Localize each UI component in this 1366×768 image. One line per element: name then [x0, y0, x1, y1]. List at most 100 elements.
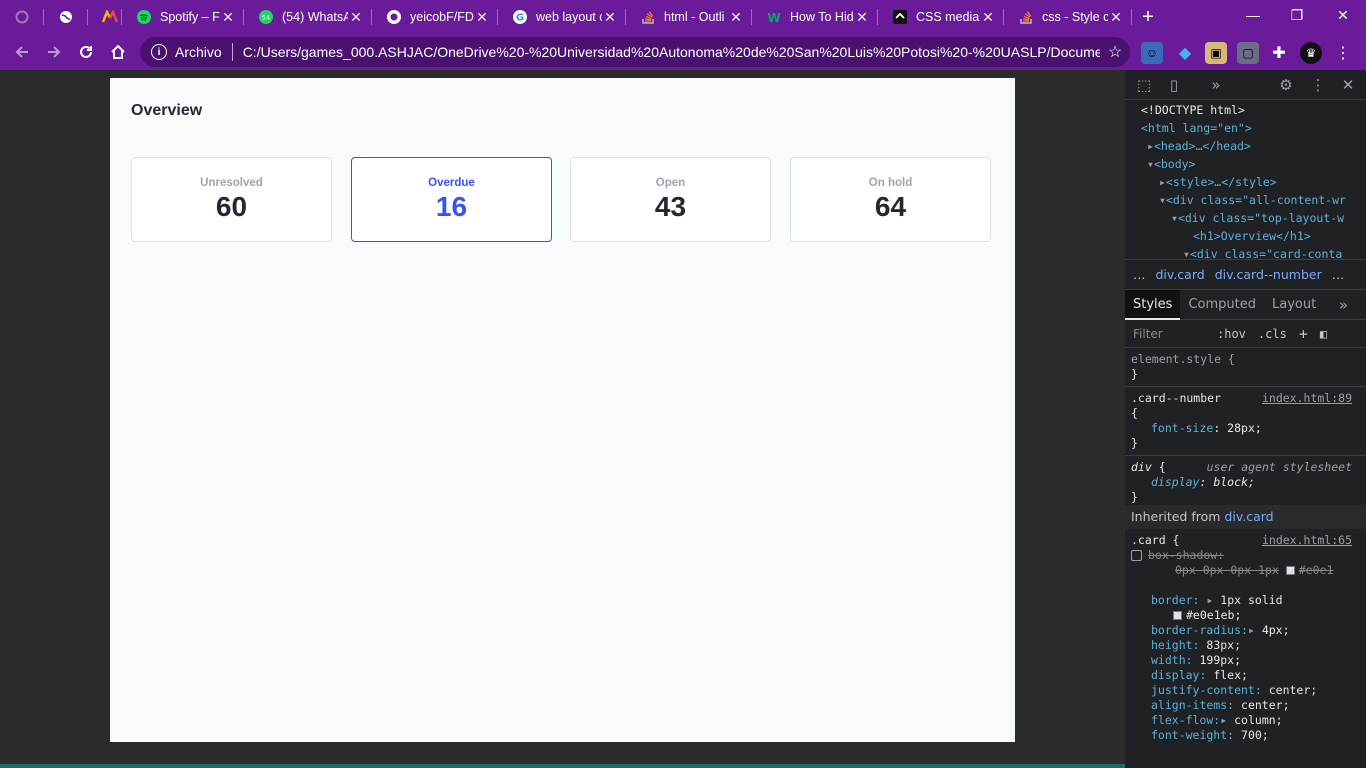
- tab-close-icon[interactable]: ✕: [980, 9, 996, 26]
- stat-card-unresolved[interactable]: Unresolved 60: [131, 157, 332, 242]
- dom-html[interactable]: <html lang="en">: [1141, 121, 1252, 135]
- rule-card-number-selector[interactable]: .card--number: [1131, 391, 1221, 405]
- address-bar[interactable]: i Archivo C:/Users/games_000.ASHJAC/OneD…: [140, 37, 1130, 67]
- devtools-panel: ⬚ ▯ » ⚙ ⋮ ✕ <!DOCTYPE html> <html lang="…: [1125, 70, 1366, 768]
- disable-property-checkbox[interactable]: [1131, 550, 1142, 561]
- browser-tab[interactable]: [44, 0, 88, 34]
- extension-face-icon[interactable]: ☺: [1141, 42, 1163, 64]
- stat-card-open[interactable]: Open 43: [570, 157, 771, 242]
- browser-tab[interactable]: html - Outli ✕: [626, 0, 752, 34]
- extension-diamond-icon[interactable]: ◆: [1174, 42, 1196, 64]
- browser-tab[interactable]: css - Style c ✕: [1004, 0, 1132, 34]
- browser-tab[interactable]: W How To Hid ✕: [752, 0, 878, 34]
- tab-title: Spotify – FR: [160, 10, 220, 24]
- card-label: Unresolved: [200, 176, 263, 189]
- w3-icon: W: [766, 9, 782, 25]
- tab-title: web layout c: [536, 10, 602, 24]
- browser-tab[interactable]: CSS media c✕: [878, 0, 1004, 34]
- tab-close-icon[interactable]: ✕: [1108, 9, 1124, 26]
- devtools-toolbar: ⬚ ▯ » ⚙ ⋮ ✕: [1125, 70, 1366, 100]
- cls-toggle[interactable]: .cls: [1258, 327, 1287, 341]
- dom-body[interactable]: ▾<body>: [1147, 157, 1195, 171]
- dom-h1[interactable]: <h1>Overview</h1>: [1193, 229, 1311, 243]
- globe-icon: [58, 9, 74, 25]
- browser-tab[interactable]: Gweb layout c ✕: [498, 0, 626, 34]
- rule-card-number-source[interactable]: index.html:89: [1262, 391, 1352, 406]
- browser-tab[interactable]: Spotify – FR✕: [122, 0, 244, 34]
- breadcrumb-div-card-number[interactable]: div.card--number: [1215, 267, 1322, 282]
- inspect-element-icon[interactable]: ⬚: [1135, 76, 1153, 94]
- tab-computed[interactable]: Computed: [1180, 290, 1264, 320]
- kebab-menu-icon[interactable]: ⋮: [1309, 76, 1327, 94]
- stat-card-on-hold[interactable]: On hold 64: [790, 157, 991, 242]
- browser-tab[interactable]: [0, 0, 44, 34]
- file-chip: Archivo: [175, 44, 222, 60]
- tab-close-icon[interactable]: ✕: [220, 9, 236, 26]
- tab-title: How To Hid: [790, 10, 854, 24]
- breadcrumb-more-left[interactable]: …: [1133, 267, 1146, 282]
- stackoverflow-icon: [640, 9, 656, 25]
- filter-input[interactable]: Filter: [1133, 327, 1205, 341]
- dom-div-top-layout[interactable]: ▾<div class="top-layout-w: [1171, 211, 1344, 225]
- rule-card-selector[interactable]: .card {: [1131, 533, 1179, 547]
- extension-character-icon[interactable]: ▣: [1205, 42, 1227, 64]
- tab-layout[interactable]: Layout: [1264, 290, 1324, 320]
- browser-tab[interactable]: [88, 0, 122, 34]
- reload-button[interactable]: [70, 36, 102, 68]
- forward-button[interactable]: [38, 36, 70, 68]
- inherited-link[interactable]: div.card: [1224, 509, 1273, 524]
- val-font-size[interactable]: 28px;: [1227, 421, 1262, 435]
- dom-doctype[interactable]: <!DOCTYPE html>: [1141, 103, 1245, 117]
- new-rule-plus-icon[interactable]: +: [1299, 325, 1308, 343]
- close-devtools-icon[interactable]: ✕: [1339, 76, 1357, 94]
- breadcrumb-div-card[interactable]: div.card: [1156, 267, 1205, 282]
- prop-box-shadow[interactable]: box-shadow:: [1148, 548, 1224, 562]
- svg-text:W: W: [767, 11, 780, 24]
- dom-head[interactable]: ▸<head>…</head>: [1147, 139, 1251, 153]
- prop-font-size[interactable]: font-size: [1151, 421, 1213, 435]
- dom-style[interactable]: ▸<style>…</style>: [1159, 175, 1277, 189]
- sidebar-toggle-icon[interactable]: ◧: [1320, 327, 1327, 341]
- hov-toggle[interactable]: :hov: [1217, 327, 1246, 341]
- minimize-button[interactable]: —: [1230, 0, 1276, 30]
- back-button[interactable]: [6, 36, 38, 68]
- menu-dots-icon[interactable]: ⋮: [1332, 42, 1354, 64]
- dom-div-card-container[interactable]: ▾<div class="card-conta: [1183, 247, 1342, 261]
- arrow-left-icon: [15, 46, 28, 58]
- url-text[interactable]: C:/Users/games_000.ASHJAC/OneDrive%20-%2…: [243, 44, 1100, 60]
- device-toggle-icon[interactable]: ▯: [1165, 76, 1183, 94]
- more-panels-icon[interactable]: »: [1207, 76, 1225, 94]
- tab-styles[interactable]: Styles: [1125, 289, 1181, 320]
- breadcrumb-more-right[interactable]: …: [1332, 267, 1345, 282]
- color-swatch[interactable]: [1285, 566, 1295, 575]
- tab-close-icon[interactable]: ✕: [348, 9, 364, 26]
- home-icon: [111, 44, 125, 59]
- border-color-swatch[interactable]: [1173, 611, 1182, 620]
- tab-close-icon[interactable]: ✕: [602, 9, 618, 26]
- browser-tab[interactable]: yeicobF/FD ✕: [372, 0, 498, 34]
- style-rules: element.style { } .card--number index.htm…: [1125, 352, 1366, 743]
- maximize-button[interactable]: ❐: [1274, 0, 1320, 30]
- browser-tab[interactable]: 54 (54) WhatsA ✕: [244, 0, 372, 34]
- more-tabs-icon[interactable]: »: [1339, 296, 1348, 314]
- rendered-page: Overview Unresolved 60 Overdue 16 Open 43 On h…: [110, 78, 1015, 742]
- extension-screen-icon[interactable]: ▢: [1237, 42, 1259, 64]
- tab-close-icon[interactable]: ✕: [854, 9, 870, 26]
- home-button[interactable]: [102, 36, 134, 68]
- rule-element-style[interactable]: element.style {: [1131, 352, 1235, 366]
- tab-close-icon[interactable]: ✕: [728, 9, 744, 26]
- bookmark-star-icon[interactable]: ☆: [1100, 42, 1130, 62]
- tab-title: css - Style c: [1042, 10, 1108, 24]
- new-tab-button[interactable]: +: [1132, 0, 1164, 34]
- stat-card-overdue[interactable]: Overdue 16: [351, 157, 552, 242]
- tab-close-icon[interactable]: ✕: [474, 9, 490, 26]
- rule-div-selector[interactable]: div: [1131, 460, 1152, 474]
- rule-card-source[interactable]: index.html:65: [1262, 533, 1352, 548]
- gear-icon[interactable]: ⚙: [1277, 76, 1295, 94]
- extensions-puzzle-icon[interactable]: ✚: [1268, 42, 1290, 64]
- close-window-button[interactable]: ✕: [1320, 0, 1366, 30]
- dom-div-all-content[interactable]: ▾<div class="all-content-wr: [1159, 193, 1346, 207]
- profile-avatar[interactable]: ♛: [1300, 42, 1322, 64]
- svg-text:G: G: [516, 13, 524, 24]
- info-icon[interactable]: i: [151, 44, 167, 60]
